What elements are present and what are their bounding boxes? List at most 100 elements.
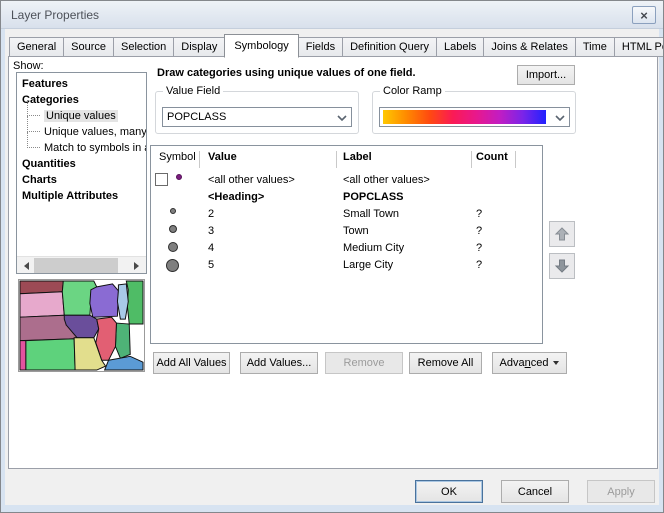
table-row-medium-city[interactable]: 4 Medium City ? bbox=[151, 240, 540, 257]
tab-joins-relates[interactable]: Joins & Relates bbox=[483, 37, 575, 57]
header-separator bbox=[336, 151, 337, 168]
apply-button[interactable]: Apply bbox=[587, 480, 655, 503]
region-south-dakota bbox=[20, 292, 64, 317]
color-ramp-dropdown[interactable] bbox=[379, 107, 570, 127]
tab-strip: General Source Selection Display Symbolo… bbox=[9, 33, 664, 57]
cell-label: Town bbox=[343, 225, 369, 237]
value-field-group-label: Value Field bbox=[163, 85, 223, 97]
tab-symbology[interactable]: Symbology bbox=[224, 34, 298, 58]
tab-labels[interactable]: Labels bbox=[436, 37, 484, 57]
cell-count: ? bbox=[476, 259, 482, 271]
header-separator bbox=[515, 151, 516, 168]
color-ramp-group-label: Color Ramp bbox=[380, 85, 445, 97]
tree-item-charts[interactable]: Charts bbox=[17, 172, 146, 188]
advanced-label-post: ced bbox=[531, 357, 549, 369]
cell-label: Medium City bbox=[343, 242, 404, 254]
region-kansas bbox=[26, 339, 75, 370]
chevron-down-icon bbox=[555, 115, 565, 121]
scrollbar-thumb[interactable] bbox=[34, 258, 118, 273]
tree-item-label: Match to symbols in a bbox=[44, 142, 147, 154]
tree-item-quantities[interactable]: Quantities bbox=[17, 156, 146, 172]
header-count: Count bbox=[476, 151, 508, 163]
import-button[interactable]: Import... bbox=[517, 65, 575, 85]
move-down-button[interactable] bbox=[549, 253, 575, 279]
tab-display[interactable]: Display bbox=[173, 37, 225, 57]
region-wisconsin bbox=[90, 284, 119, 317]
renderer-description: Draw categories using unique values of o… bbox=[157, 67, 416, 79]
tab-source[interactable]: Source bbox=[63, 37, 114, 57]
dialog-frame-bottom bbox=[1, 505, 663, 512]
cell-value: 5 bbox=[208, 259, 214, 271]
move-up-button[interactable] bbox=[549, 221, 575, 247]
value-field-group: Value Field POPCLASS bbox=[155, 91, 359, 134]
cell-value: 2 bbox=[208, 208, 214, 220]
cell-value: 3 bbox=[208, 225, 214, 237]
remove-all-button[interactable]: Remove All bbox=[409, 352, 482, 374]
tree-item-label-selected: Unique values bbox=[44, 110, 118, 122]
close-button[interactable]: × bbox=[632, 6, 656, 24]
tree-item-multiple-attributes[interactable]: Multiple Attributes bbox=[17, 188, 146, 204]
add-all-values-button[interactable]: Add All Values bbox=[153, 352, 230, 374]
ok-button[interactable]: OK bbox=[415, 480, 483, 503]
cell-label: Small Town bbox=[343, 208, 399, 220]
tree-horizontal-scrollbar[interactable] bbox=[17, 256, 146, 273]
tree-item-match-symbols[interactable]: Match to symbols in a bbox=[17, 140, 146, 156]
close-icon: × bbox=[640, 8, 648, 23]
cell-value: <all other values> bbox=[208, 174, 295, 186]
region-michigan bbox=[126, 281, 143, 324]
class-symbol[interactable] bbox=[168, 242, 178, 252]
tab-time[interactable]: Time bbox=[575, 37, 615, 57]
title-bar[interactable]: Layer Properties × bbox=[1, 1, 663, 29]
table-header-row: Symbol Value Label Count bbox=[151, 146, 542, 168]
cell-count: ? bbox=[476, 242, 482, 254]
add-values-button[interactable]: Add Values... bbox=[240, 352, 318, 374]
map-preview bbox=[18, 279, 145, 372]
advanced-button[interactable]: Advanced bbox=[492, 352, 567, 374]
region-colorado-edge bbox=[20, 341, 26, 370]
scroll-right-button[interactable] bbox=[129, 257, 146, 274]
tab-html-popup[interactable]: HTML Popup bbox=[614, 37, 664, 57]
tab-selection[interactable]: Selection bbox=[113, 37, 174, 57]
cell-label: <all other values> bbox=[343, 174, 430, 186]
tab-definition-query[interactable]: Definition Query bbox=[342, 37, 437, 57]
cell-value: <Heading> bbox=[208, 191, 264, 203]
class-symbol[interactable] bbox=[169, 225, 177, 233]
layer-properties-dialog: Layer Properties × General Source Select… bbox=[0, 0, 664, 513]
color-ramp-swatch bbox=[383, 110, 546, 124]
scroll-left-button[interactable] bbox=[17, 257, 34, 274]
class-symbol[interactable] bbox=[170, 208, 176, 214]
color-ramp-group: Color Ramp bbox=[372, 91, 576, 134]
tree-item-features[interactable]: Features bbox=[17, 76, 146, 92]
scroll-right-icon bbox=[134, 262, 143, 270]
all-other-values-checkbox[interactable] bbox=[155, 173, 168, 186]
table-row-heading[interactable]: <Heading> POPCLASS bbox=[151, 189, 540, 206]
renderer-tree: Features Categories Unique values Unique… bbox=[16, 72, 147, 274]
cell-label: POPCLASS bbox=[343, 191, 404, 203]
show-label: Show: bbox=[13, 60, 44, 72]
cancel-button[interactable]: Cancel bbox=[501, 480, 569, 503]
region-indiana bbox=[115, 323, 130, 358]
move-up-icon bbox=[554, 226, 570, 242]
all-other-values-symbol[interactable] bbox=[176, 174, 182, 180]
advanced-menu-arrow-icon bbox=[553, 361, 559, 368]
table-row-town[interactable]: 3 Town ? bbox=[151, 223, 540, 240]
header-separator bbox=[471, 151, 472, 168]
remove-button[interactable]: Remove bbox=[325, 352, 403, 374]
scroll-left-icon bbox=[20, 262, 29, 270]
value-field-selected-value: POPCLASS bbox=[163, 111, 226, 123]
dialog-frame-right bbox=[659, 29, 663, 512]
tab-fields[interactable]: Fields bbox=[298, 37, 343, 57]
value-field-dropdown[interactable]: POPCLASS bbox=[162, 107, 352, 127]
table-row-small-town[interactable]: 2 Small Town ? bbox=[151, 206, 540, 223]
tree-connector bbox=[27, 132, 40, 148]
cell-count: ? bbox=[476, 208, 482, 220]
class-symbol[interactable] bbox=[166, 259, 179, 272]
header-value: Value bbox=[208, 151, 237, 163]
tab-general[interactable]: General bbox=[9, 37, 64, 57]
table-row-large-city[interactable]: 5 Large City ? bbox=[151, 257, 540, 274]
cell-value: 4 bbox=[208, 242, 214, 254]
dialog-frame-left bbox=[1, 29, 5, 512]
table-row-all-other-values[interactable]: <all other values> <all other values> bbox=[151, 172, 540, 189]
tree-item-label: Unique values, many bbox=[44, 126, 147, 138]
header-label: Label bbox=[343, 151, 372, 163]
